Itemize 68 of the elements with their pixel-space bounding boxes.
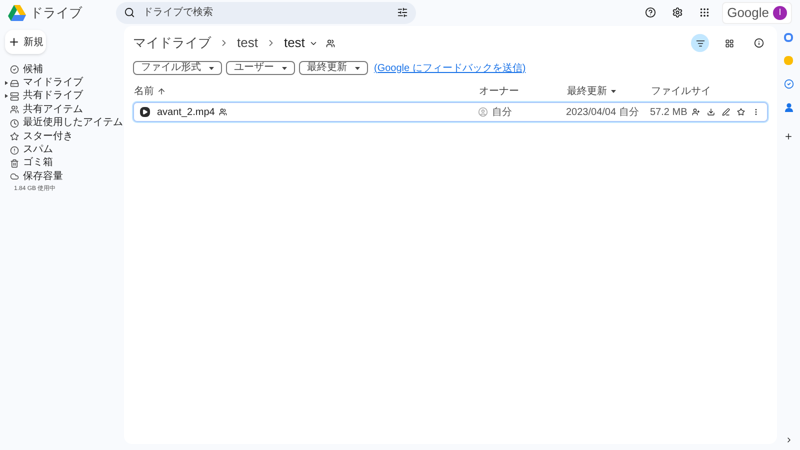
shared-icon [218,108,227,116]
rename-icon[interactable] [722,108,730,116]
app-title: ドライブ [30,4,82,22]
alert-icon [10,146,19,155]
caret-icon [209,66,214,70]
owner-text: 自分 [492,106,512,120]
video-file-icon [140,107,150,117]
filter-chip[interactable]: ユーザー [226,61,295,75]
sort-caret-icon[interactable] [611,90,616,92]
expand-icon[interactable] [5,81,8,86]
filter-chip[interactable]: 最終更新 [299,61,368,75]
avatar: I [773,6,787,20]
people-icon [10,105,19,114]
account-button[interactable]: Google I [722,2,792,24]
new-button[interactable]: 新規 [5,30,46,54]
column-header[interactable]: オーナー [479,84,567,98]
search-input[interactable]: ドライブで検索 [143,5,389,20]
sidebar-item[interactable]: スパム [5,143,124,157]
filter-chip[interactable]: ファイル形式 [133,61,222,75]
search-field[interactable]: ドライブで検索 [116,2,416,24]
filter-settings-icon[interactable] [397,7,408,18]
column-header[interactable]: 最終更新 [567,84,651,98]
add-icon[interactable] [784,132,793,141]
column-header[interactable]: 名前 [133,84,157,98]
column-header[interactable]: ファイルサイ [651,84,768,98]
filter-icon [696,38,704,48]
shared-icon [326,38,335,48]
sidebar-item[interactable]: 共有アイテム [5,103,124,117]
sidebar-item[interactable]: スター付き [5,130,124,144]
star-icon [10,132,19,142]
tasks-icon[interactable] [784,79,794,89]
caret-icon [355,66,360,70]
feedback-link[interactable]: (Google にフィードバックを送信) [374,60,526,76]
plus-icon [8,36,20,48]
sidebar-item[interactable]: 共有ドライブ [5,90,124,104]
cloud-icon [10,172,19,182]
sidebar-item[interactable]: ゴミ箱 [5,156,124,170]
caret-icon [282,66,287,70]
sidebar-item[interactable]: 最近使用したアイテム [5,116,124,130]
sort-arrow-icon[interactable] [157,86,166,96]
sidebar-item[interactable]: 保存容量 [5,170,124,184]
avatar-icon [478,107,488,117]
size-text: 57.2 MB [650,106,688,120]
search-icon [124,7,135,18]
expand-icon[interactable] [5,94,8,98]
breadcrumb-item[interactable]: test [284,33,305,53]
breadcrumb-item[interactable]: test [237,33,258,53]
breadcrumb-item[interactable]: マイドライブ [133,33,211,53]
file-name: avant_2.mp4 [157,106,215,120]
check-circle-icon [10,65,19,74]
settings-icon[interactable] [672,7,684,18]
star-icon[interactable] [737,108,745,116]
apps-icon[interactable] [699,7,710,18]
info-icon[interactable] [754,38,764,48]
share-icon[interactable] [692,108,700,116]
clock-icon [10,118,19,128]
brand-text: Google [727,4,769,22]
grid-view-icon[interactable] [725,38,734,48]
file-row[interactable]: avant_2.mp4 自分 2023/04/04 自分 57.2 MB [133,102,768,122]
filter-toggle-button[interactable] [691,34,709,52]
contacts-icon[interactable] [784,103,792,112]
drive-logo-icon [8,4,26,20]
help-icon[interactable] [645,7,656,18]
sidebar-item[interactable]: マイドライブ [5,76,124,90]
modified-text: 2023/04/04 自分 [566,106,640,120]
sidebar-item[interactable]: 候補 [5,63,124,76]
trash-icon [10,158,19,168]
download-icon[interactable] [707,108,715,116]
